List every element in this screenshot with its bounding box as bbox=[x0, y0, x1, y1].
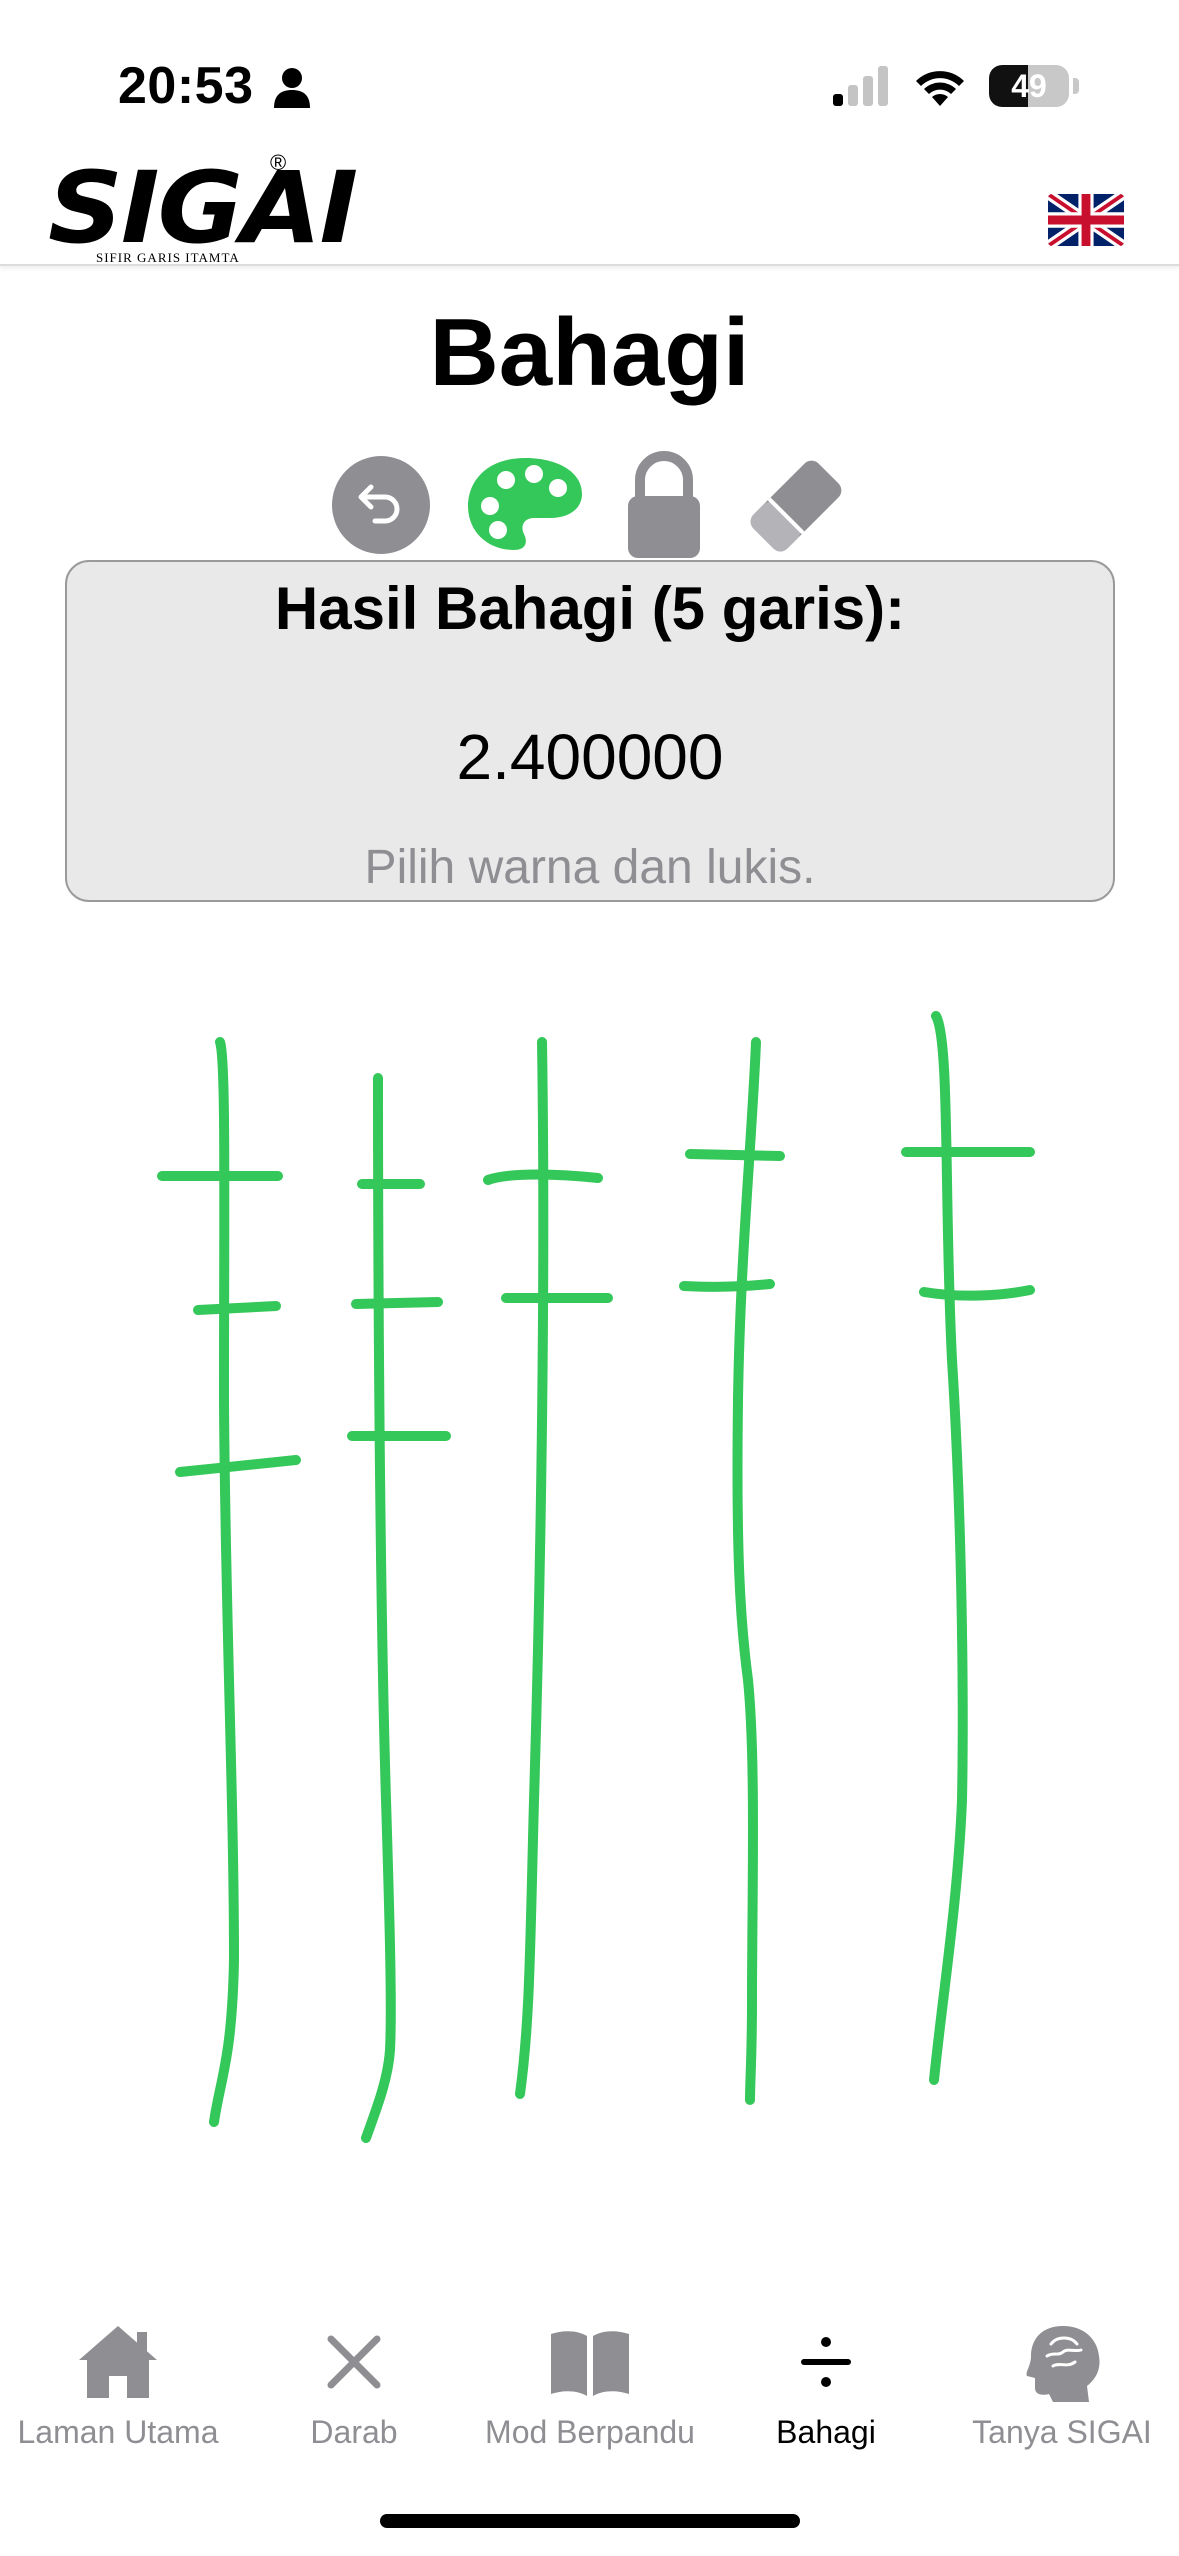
tab-darab[interactable]: Darab bbox=[236, 2300, 472, 2450]
battery-percent: 49 bbox=[1011, 67, 1047, 104]
lock-icon bbox=[628, 451, 700, 558]
app-header: SIGAI ® SIFIR GARIS ITAMTA bbox=[0, 150, 1179, 266]
result-panel: Hasil Bahagi (5 garis): 2.400000 Pilih w… bbox=[65, 560, 1115, 902]
status-indicators: 49 bbox=[833, 62, 1079, 110]
drawing-canvas[interactable] bbox=[0, 960, 1179, 2200]
wifi-icon bbox=[916, 71, 964, 106]
result-title: Hasil Bahagi (5 garis): bbox=[274, 575, 906, 642]
tab-label: Darab bbox=[310, 2414, 398, 2450]
lock-button[interactable] bbox=[624, 450, 704, 560]
palette-icon bbox=[468, 458, 582, 550]
tab-label: Bahagi bbox=[776, 2414, 876, 2450]
drawn-line-1 bbox=[209, 1037, 239, 2127]
tab-bar: Laman Utama Darab Mod Berpandu Bahagi Ta… bbox=[0, 2300, 1179, 2450]
result-value: 2.400000 bbox=[456, 721, 724, 793]
undo-button[interactable] bbox=[332, 456, 430, 554]
drawn-line-4 bbox=[732, 1037, 761, 2105]
undo-icon bbox=[358, 484, 400, 524]
drawn-tick-1c bbox=[175, 1455, 301, 1477]
drawn-tick-4b bbox=[679, 1279, 775, 1292]
home-indicator[interactable] bbox=[380, 2514, 800, 2528]
tab-tanya-sigai[interactable]: Tanya SIGAI bbox=[944, 2300, 1179, 2450]
drawn-tick-5b bbox=[919, 1285, 1035, 1301]
eraser-button[interactable] bbox=[744, 454, 848, 558]
tab-label: Tanya SIGAI bbox=[972, 2414, 1152, 2450]
multiply-icon bbox=[327, 2335, 381, 2389]
battery-icon: 49 bbox=[989, 65, 1069, 107]
drawn-tick-2b bbox=[351, 1297, 443, 1309]
logo-text: SIGAI bbox=[48, 150, 358, 266]
drawn-tick-4a bbox=[685, 1149, 785, 1161]
status-time: 20:53 bbox=[118, 57, 254, 115]
drawn-line-5 bbox=[929, 1011, 968, 2085]
divide-icon bbox=[801, 2337, 851, 2387]
battery-cap bbox=[1073, 78, 1079, 94]
signal-icon bbox=[833, 66, 888, 106]
brain-head-icon bbox=[1026, 2326, 1100, 2402]
drawn-line-2 bbox=[361, 1073, 396, 2143]
logo-subtitle: SIFIR GARIS ITAMTA bbox=[96, 250, 240, 265]
tab-bahagi[interactable]: Bahagi bbox=[708, 2300, 944, 2450]
drawn-line-3 bbox=[515, 1037, 549, 2099]
color-palette-button[interactable] bbox=[466, 454, 584, 554]
result-hint: Pilih warna dan lukis. bbox=[364, 841, 816, 894]
home-icon bbox=[79, 2326, 157, 2398]
book-icon bbox=[551, 2331, 629, 2396]
eraser-icon bbox=[750, 460, 842, 552]
logo-registered-mark: ® bbox=[270, 150, 287, 175]
drawn-tick-1b bbox=[193, 1301, 281, 1315]
tab-laman-utama[interactable]: Laman Utama bbox=[0, 2300, 236, 2450]
uk-flag-icon[interactable] bbox=[1048, 194, 1124, 246]
tab-label: Laman Utama bbox=[17, 2414, 219, 2450]
tab-mod-berpandu[interactable]: Mod Berpandu bbox=[472, 2300, 708, 2450]
person-icon bbox=[274, 68, 310, 108]
tab-label: Mod Berpandu bbox=[485, 2414, 695, 2450]
drawn-tick-3a bbox=[483, 1169, 603, 1185]
sigai-logo[interactable]: SIGAI ® SIFIR GARIS ITAMTA bbox=[48, 150, 358, 266]
status-bar: 20:53 49 bbox=[0, 0, 1179, 150]
page-title: Bahagi bbox=[429, 299, 750, 406]
